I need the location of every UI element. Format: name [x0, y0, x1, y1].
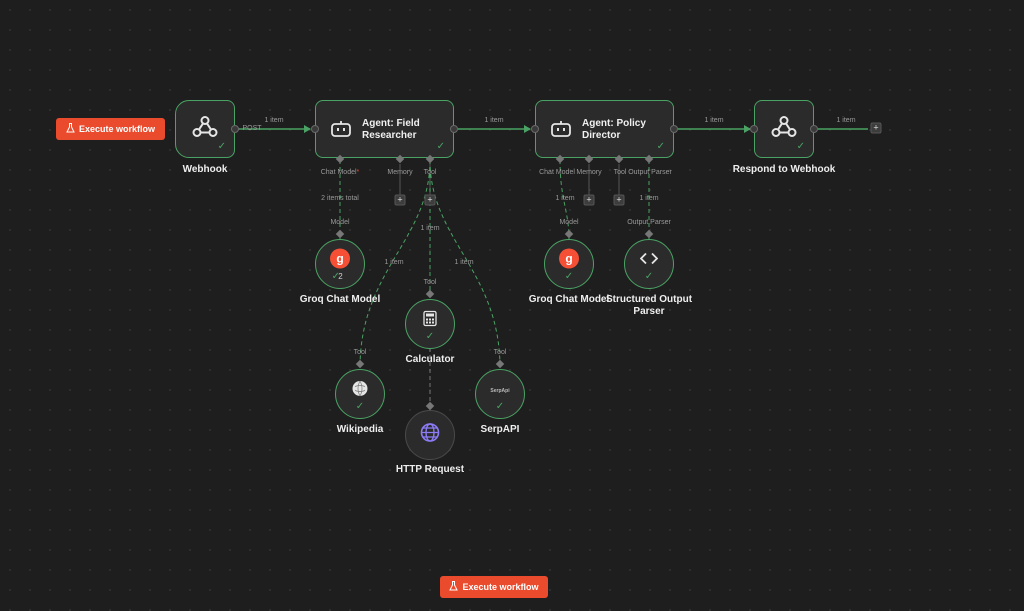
code-brackets-icon: [639, 252, 659, 271]
add-memory-button[interactable]: +: [394, 194, 406, 206]
policy-director-output-handle[interactable]: [670, 125, 678, 133]
webhook-icon: [192, 115, 218, 144]
field-researcher-title: Agent: Field Researcher: [362, 118, 420, 141]
flask-icon: [66, 123, 75, 135]
edge-label-serp-items: 1 item: [454, 259, 474, 266]
add-tool-button[interactable]: +: [424, 194, 436, 206]
success-check-icon: ✓: [495, 401, 505, 412]
port-label-output-parser: Output Parser: [628, 169, 672, 176]
field-researcher-node[interactable]: Agent: Field Researcher ✓: [315, 100, 454, 158]
serpapi-label: SerpAPI: [480, 424, 520, 435]
groq-chat-model-label: Groq Chat Model: [299, 294, 381, 305]
respond-output-handle[interactable]: [810, 125, 818, 133]
webhook-output-handle[interactable]: [231, 125, 239, 133]
execute-workflow-button[interactable]: Execute workflow: [56, 118, 165, 140]
wikipedia-node[interactable]: ✓: [335, 369, 385, 419]
robot-icon: [550, 120, 572, 143]
connections-layer: [238, 125, 868, 408]
edge-label-groq1-target: Model: [330, 219, 350, 226]
success-check-icon: ✓: [564, 271, 574, 282]
edge-label-wiki-items: 1 item: [384, 259, 404, 266]
webhook-label: Webhook: [182, 164, 228, 175]
webhook-port-label: POST: [242, 125, 262, 132]
edge-label-groq2-target: Model: [559, 219, 579, 226]
edge-label-webhook: 1 item: [264, 117, 284, 124]
http-request-label: HTTP Request: [395, 464, 465, 475]
execute-workflow-label: Execute workflow: [462, 582, 539, 592]
webhook-icon: [771, 115, 797, 144]
structured-output-parser-node[interactable]: ✓: [624, 239, 674, 289]
edge-label-pd-respond: 1 item: [704, 117, 724, 124]
edge-label-parser-items: 1 item: [639, 195, 659, 202]
edge-label-parser-target: Output Parser: [627, 219, 671, 226]
webhook-node[interactable]: ✓: [175, 100, 235, 158]
edge-label-serp-target: Tool: [493, 349, 507, 356]
calculator-label: Calculator: [405, 354, 455, 365]
success-check-icon: ✓: [355, 401, 365, 412]
success-check-icon: ✓: [796, 141, 805, 152]
http-request-node[interactable]: [405, 410, 455, 460]
calculator-node[interactable]: ✓: [405, 299, 455, 349]
port-label-chat-model: Chat Model*: [320, 169, 360, 176]
success-check-icon: ✓: [425, 331, 435, 342]
edge-label-wiki-target: Tool: [353, 349, 367, 356]
success-check-icon: ✓: [436, 141, 445, 152]
globe-icon: [420, 423, 440, 448]
wikipedia-label: Wikipedia: [336, 424, 384, 435]
run-count: 2: [338, 272, 343, 281]
svg-text:g: g: [336, 252, 343, 266]
policy-director-title: Agent: Policy Director: [582, 118, 646, 141]
field-researcher-output-handle[interactable]: [450, 125, 458, 133]
add-memory-button[interactable]: +: [583, 194, 595, 206]
policy-director-input-handle[interactable]: [531, 125, 539, 133]
respond-input-handle[interactable]: [750, 125, 758, 133]
edge-label-calc-target: Tool: [423, 279, 437, 286]
groq-icon: g: [559, 248, 579, 274]
add-tool-button[interactable]: +: [613, 194, 625, 206]
port-label-memory: Memory: [387, 169, 413, 176]
edge-label-fr-pd: 1 item: [484, 117, 504, 124]
success-check-icon: ✓: [656, 141, 665, 152]
execute-workflow-button-bottom[interactable]: Execute workflow: [440, 576, 548, 598]
groq-icon: g: [330, 248, 350, 274]
port-label-memory: Memory: [576, 169, 602, 176]
respond-to-webhook-node[interactable]: ✓: [754, 100, 814, 158]
success-check-icon: ✓: [644, 271, 654, 282]
serpapi-icon: SerpApi: [490, 388, 510, 395]
field-researcher-input-handle[interactable]: [311, 125, 319, 133]
svg-text:g: g: [565, 252, 572, 266]
groq-chat-model-node[interactable]: g ✓ 2: [315, 239, 365, 289]
serpapi-node[interactable]: SerpApi ✓: [475, 369, 525, 419]
policy-director-node[interactable]: Agent: Policy Director ✓: [535, 100, 674, 158]
port-label-tool: Tool: [423, 169, 437, 176]
flask-icon: [449, 581, 459, 593]
respond-to-webhook-label: Respond to Webhook: [732, 164, 836, 175]
edge-label-groq1-items: 2 items total: [321, 195, 359, 202]
edge-label-groq2-items: 1 item: [555, 195, 575, 202]
success-check-icon: ✓: [217, 141, 226, 152]
wikipedia-icon: [352, 380, 368, 402]
port-label-chat-model: Chat Model: [539, 169, 575, 176]
edge-label-calc-items: 1 item: [420, 225, 440, 232]
add-node-button[interactable]: +: [870, 122, 882, 134]
calculator-icon: [423, 310, 437, 332]
execute-workflow-label: Execute workflow: [78, 124, 156, 134]
port-label-tool: Tool: [613, 169, 627, 176]
groq-chat-model-2-node[interactable]: g ✓: [544, 239, 594, 289]
robot-icon: [330, 120, 352, 143]
edge-label-respond-out: 1 item: [836, 117, 856, 124]
structured-output-parser-label: Structured Output Parser: [605, 294, 693, 317]
